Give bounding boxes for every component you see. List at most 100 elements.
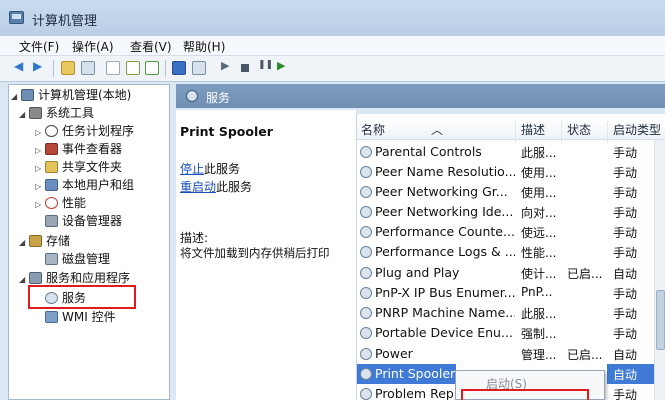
performance-icon: [45, 197, 58, 209]
tree-item-storage[interactable]: ◢ 存储: [19, 233, 70, 251]
highlight-box: [461, 389, 589, 400]
column-header-status[interactable]: 状态: [567, 121, 591, 138]
service-name: Print Spooler: [180, 124, 273, 139]
list-row[interactable]: Peer Name Resolutio... 使用... 手动: [357, 162, 665, 182]
tree-item-disk-management[interactable]: 磁盘管理: [35, 251, 110, 267]
gear-icon: [360, 307, 372, 319]
restart-service-suffix: 此服务: [216, 180, 253, 194]
collapse-arrow-icon[interactable]: ▷: [35, 197, 45, 213]
restart-service-icon[interactable]: [276, 59, 290, 75]
column-header-startup[interactable]: 启动类型: [613, 121, 661, 138]
column-header-desc[interactable]: 描述: [521, 121, 545, 138]
pause-service-icon[interactable]: [257, 60, 273, 75]
gear-icon: [360, 348, 372, 360]
help-icon[interactable]: [172, 61, 186, 75]
services-header-label: 服务: [206, 91, 231, 105]
wmi-icon: [45, 311, 58, 323]
clock-icon: [45, 125, 58, 137]
column-separator[interactable]: [515, 121, 516, 143]
tree-item-task-scheduler[interactable]: ▷ 任务计划程序: [35, 123, 134, 141]
tree-item-performance[interactable]: ▷ 性能: [35, 195, 86, 213]
toolbar: [0, 56, 665, 82]
properties-icon[interactable]: [106, 61, 120, 75]
computer-management-icon: [9, 11, 24, 24]
tree-item-system-tools[interactable]: ◢ 系统工具: [19, 105, 94, 123]
sort-up-icon: ︿: [431, 123, 444, 137]
title-bar: 计算机管理: [0, 0, 665, 36]
computer-icon: [21, 89, 34, 101]
forward-icon[interactable]: [33, 59, 47, 75]
gear-icon: [360, 146, 372, 158]
event-log-icon: [45, 143, 58, 155]
tree-item-root[interactable]: ◢ 计算机管理(本地): [11, 87, 131, 105]
gear-icon: [360, 246, 372, 258]
column-separator[interactable]: [607, 121, 608, 143]
service-detail-pane: Print Spooler 停止 此服务 重启动 此服务 描述: 将文件加载到内…: [176, 110, 356, 400]
stop-service-suffix: 此服务: [204, 162, 241, 176]
gear-icon: [360, 226, 372, 238]
collapse-arrow-icon[interactable]: ▷: [35, 143, 45, 159]
tree-item-device-manager[interactable]: 设备管理器: [35, 213, 122, 229]
action-pane-icon[interactable]: [192, 61, 206, 75]
tree-item-local-users[interactable]: ▷ 本地用户和组: [35, 177, 134, 195]
show-hide-tree-icon[interactable]: [81, 61, 95, 75]
window-title: 计算机管理: [32, 14, 98, 29]
collapse-arrow-icon[interactable]: ▷: [35, 179, 45, 195]
folder-up-icon[interactable]: [61, 61, 75, 75]
scrollbar-thumb[interactable]: [656, 290, 665, 350]
device-manager-icon: [45, 215, 58, 227]
list-row[interactable]: Portable Device Enu... 强制... 手动: [357, 323, 665, 343]
export-list-icon[interactable]: [145, 61, 159, 75]
refresh-icon[interactable]: [126, 61, 140, 75]
highlight-box: [28, 285, 136, 309]
list-row[interactable]: Parental Controls 此服... 手动: [357, 142, 665, 162]
list-row[interactable]: Peer Networking Gr... 使用... 手动: [357, 182, 665, 202]
description-label: 描述:: [180, 231, 209, 245]
list-row[interactable]: Performance Counte... 使远... 手动: [357, 222, 665, 242]
gear-icon: [360, 368, 372, 380]
gear-icon: [360, 327, 372, 339]
navigation-tree: ◢ 计算机管理(本地) ◢ 系统工具 ▷ 任务计划程序 ▷ 事件查看器 ▷ 共享文件夹 ▷…: [8, 84, 170, 400]
list-row[interactable]: Peer Networking Ide... 向对... 手动: [357, 202, 665, 222]
restart-service-link[interactable]: 重启动: [180, 178, 216, 195]
tree-item-event-viewer[interactable]: ▷ 事件查看器: [35, 141, 122, 159]
tools-icon: [29, 107, 42, 119]
description-text: 将文件加载到内存供稍后打印: [180, 246, 330, 260]
menu-action[interactable]: 操作(A): [72, 38, 114, 55]
expand-arrow-icon[interactable]: ◢: [19, 107, 29, 123]
back-icon[interactable]: [14, 59, 28, 75]
services-list: ︿ 名称 描述 状态 启动类型 Parental Controls 此服... 手动…: [356, 114, 665, 400]
users-icon: [45, 179, 58, 191]
services-apps-icon: [29, 272, 42, 284]
gear-icon: [360, 267, 372, 279]
gear-icon: [186, 90, 198, 102]
list-scrollbar[interactable]: [654, 140, 665, 400]
list-row-selected[interactable]: Print Spooler: [357, 364, 456, 384]
gear-icon: [360, 206, 372, 218]
stop-service-link[interactable]: 停止: [180, 160, 204, 177]
collapse-arrow-icon[interactable]: ▷: [35, 161, 45, 177]
menu-view[interactable]: 查看(V): [130, 38, 172, 55]
menu-help[interactable]: 帮助(H): [183, 38, 225, 55]
column-header-name[interactable]: 名称: [361, 121, 385, 138]
list-row[interactable]: Power 管理... 已启... 自动: [357, 344, 665, 364]
list-row[interactable]: Performance Logs & ... 性能... 手动: [357, 242, 665, 262]
gear-icon: [360, 166, 372, 178]
expand-arrow-icon[interactable]: ◢: [19, 235, 29, 251]
start-service-icon[interactable]: [220, 59, 234, 75]
expand-arrow-icon[interactable]: ◢: [11, 89, 21, 105]
list-row[interactable]: PNRP Machine Name... 此服... 手动: [357, 303, 665, 323]
services-header: 服务: [176, 84, 665, 108]
gear-icon: [360, 186, 372, 198]
tree-item-wmi[interactable]: WMI 控件: [35, 309, 116, 325]
list-row[interactable]: PnP-X IP Bus Enumer... PnP... 手动: [357, 283, 665, 303]
column-separator[interactable]: [561, 121, 562, 143]
storage-icon: [29, 235, 42, 247]
disk-icon: [45, 253, 58, 265]
collapse-arrow-icon[interactable]: ▷: [35, 125, 45, 141]
menu-file[interactable]: 文件(F): [19, 38, 59, 55]
tree-item-shared-folders[interactable]: ▷ 共享文件夹: [35, 159, 122, 177]
list-row[interactable]: Plug and Play 使计... 已启... 自动: [357, 263, 665, 283]
shared-folder-icon: [45, 161, 58, 173]
stop-service-icon[interactable]: [238, 61, 252, 75]
